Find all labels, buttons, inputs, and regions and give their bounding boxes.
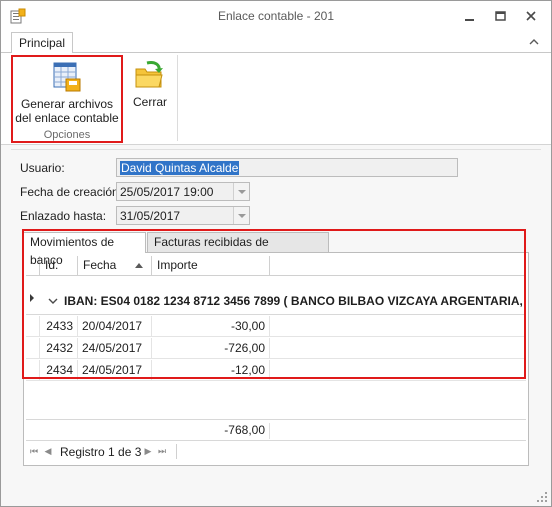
close-icon[interactable] [522,7,540,25]
generate-files-button[interactable]: Generar archivos del enlace contable Opc… [11,55,123,143]
resize-grip-icon[interactable] [536,491,548,503]
column-header-importe[interactable]: Importe [152,256,270,276]
usuario-field[interactable]: David Quintas Alcalde [116,158,458,177]
next-record-icon[interactable]: ▶ [142,446,154,456]
main-form: Usuario: David Quintas Alcalde Fecha de … [11,149,541,475]
cell-id: 2432 [40,338,78,359]
cell-importe: -12,00 [152,360,270,381]
total-importe: -768,00 [154,423,270,439]
last-record-icon[interactable]: ⏭ [156,446,168,456]
group-iban-text: IBAN: ES04 0182 1234 8712 3456 7899 ( BA… [64,294,524,308]
table-row[interactable]: 2433 20/04/2017 -30,00 [26,316,526,337]
row-indicator-cell [26,360,40,381]
tab-page-movimientos: Id. Fecha Importe IBAN: ES04 0182 1234 8… [23,252,529,466]
previous-record-icon[interactable]: ◀ [42,446,54,456]
group-row[interactable]: IBAN: ES04 0182 1234 8712 3456 7899 ( BA… [26,277,526,315]
record-navigator: ⏮ ◀ Registro 1 de 3 ▶ ⏭ [26,440,526,462]
close-label: Cerrar [132,95,167,109]
cell-fecha: 24/05/2017 [78,360,152,381]
minimize-icon[interactable] [461,7,479,25]
ribbon-body: Generar archivos del enlace contable Opc… [1,53,551,145]
maximize-icon[interactable] [492,7,510,25]
cell-id: 2433 [40,316,78,337]
table-row[interactable]: 2434 24/05/2017 -12,00 [26,360,526,381]
column-header-fecha[interactable]: Fecha [78,256,152,276]
ribbon-group-label: Opciones [43,129,91,141]
generate-label-line2: del enlace contable [15,111,119,125]
cell-importe: -30,00 [152,316,270,337]
usuario-label: Usuario: [20,161,65,175]
navigator-separator [176,444,177,459]
row-indicator-cell [26,316,40,337]
chevron-down-icon[interactable] [48,297,58,305]
folder-exit-icon [135,61,163,88]
cell-id: 2434 [40,360,78,381]
row-indicator-icon [30,294,34,302]
chevron-down-icon[interactable] [233,183,249,200]
close-button[interactable]: Cerrar [129,57,171,117]
grid-footer: -768,00 [26,419,526,439]
window: Enlace contable - 201 Principal Generar … [0,0,552,507]
cell-importe: -726,00 [152,338,270,359]
fecha-creacion-value: 25/05/2017 19:00 [120,185,214,199]
tab-movimientos[interactable]: Movimientos de banco [23,232,146,267]
usuario-value: David Quintas Alcalde [120,161,240,175]
cell-fecha: 20/04/2017 [78,316,152,337]
tab-principal[interactable]: Principal [11,32,73,54]
tab-control: Movimientos de banco Facturas recibidas … [23,232,529,466]
spreadsheet-export-icon [53,62,81,92]
chevron-down-icon[interactable] [233,207,249,224]
chevron-up-icon[interactable] [528,36,540,48]
fecha-creacion-label: Fecha de creación: [20,185,123,199]
movements-grid: Id. Fecha Importe IBAN: ES04 0182 1234 8… [26,256,526,462]
cell-fecha: 24/05/2017 [78,338,152,359]
generate-label-line1: Generar archivos [20,97,114,111]
first-record-icon[interactable]: ⏮ [28,446,40,456]
fecha-creacion-field[interactable]: 25/05/2017 19:00 [116,182,250,201]
grid-header: Id. Fecha Importe [26,256,526,276]
sort-ascending-icon [135,263,143,268]
tab-facturas[interactable]: Facturas recibidas de proveedores [147,232,329,267]
title-bar: Enlace contable - 201 [1,1,551,31]
enlazado-hasta-label: Enlazado hasta: [20,209,107,223]
ribbon-tab-strip: Principal [1,31,551,54]
generate-files-label: Generar archivos del enlace contable [13,97,121,125]
table-row[interactable]: 2432 24/05/2017 -726,00 [26,338,526,359]
enlazado-hasta-field[interactable]: 31/05/2017 [116,206,250,225]
record-counter: Registro 1 de 3 [60,445,142,459]
row-indicator-cell [26,338,40,359]
column-header-fecha-label: Fecha [83,258,117,272]
ribbon-group-separator [177,55,178,141]
enlazado-hasta-value: 31/05/2017 [120,209,181,223]
